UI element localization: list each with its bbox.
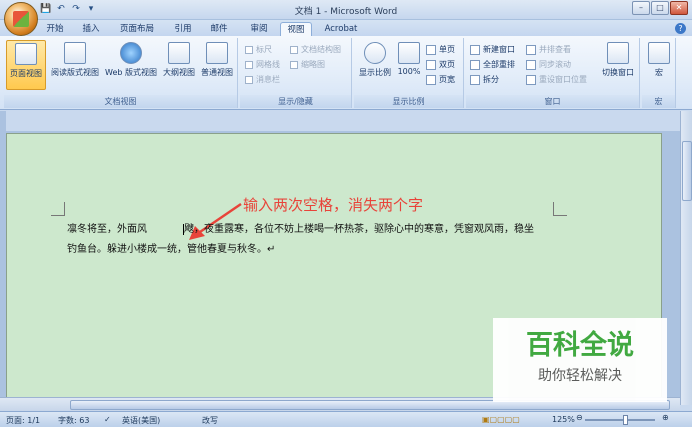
side-by-side-button[interactable]: 并排查看 xyxy=(526,44,571,55)
zoom-level[interactable]: 125% xyxy=(552,415,575,424)
zoom-100-label: 100% xyxy=(397,67,421,76)
margin-corner-top-left xyxy=(51,202,65,216)
draft-icon xyxy=(206,42,228,64)
group-label-zoom: 显示比例 xyxy=(354,95,463,108)
web-layout-button[interactable]: Web 版式视图 xyxy=(102,40,160,90)
tab-review[interactable]: 审阅 xyxy=(244,22,274,36)
zoom-out-icon[interactable]: ⊖ xyxy=(576,413,583,422)
status-bar: 页面: 1/1 字数: 63 ✓ 英语(美国) 改写 ▣▢▢▢▢ 125% ⊖ … xyxy=(0,411,692,427)
language-indicator[interactable]: 英语(美国) xyxy=(122,415,160,426)
tab-references[interactable]: 引用 xyxy=(168,22,198,36)
office-button[interactable] xyxy=(4,2,38,36)
word-count[interactable]: 字数: 63 xyxy=(58,415,89,426)
arrange-all-button[interactable]: 全部重排 xyxy=(470,59,515,70)
help-icon[interactable]: ? xyxy=(675,23,686,34)
two-pages-button[interactable]: 双页 xyxy=(426,59,455,70)
margin-corner-top-right xyxy=(553,202,567,216)
group-label-window: 窗口 xyxy=(466,95,639,108)
macros-icon xyxy=(648,42,670,64)
document-map-checkbox[interactable]: 文档结构图 xyxy=(290,44,341,55)
group-label-show-hide: 显示/隐藏 xyxy=(240,95,351,108)
web-layout-label: Web 版式视图 xyxy=(105,68,157,77)
globe-icon xyxy=(120,42,142,64)
macros-label: 宏 xyxy=(655,68,663,77)
zoom-button[interactable]: 显示比例 xyxy=(356,40,394,90)
magnifier-icon xyxy=(364,42,386,64)
gridlines-checkbox[interactable]: 网格线 xyxy=(245,59,280,70)
vertical-scroll-thumb[interactable] xyxy=(682,141,692,201)
outline-icon xyxy=(168,42,190,64)
paragraph-line-1: 凛冬将至，外面风 飕，夜重露寒，各位不妨上楼喝一杯热茶，驱除心中的寒意，凭窗观风雨… xyxy=(67,220,567,240)
outline-view-button[interactable]: 大纲视图 xyxy=(160,40,198,90)
annotation-text: 输入两次空格，消失两个字 xyxy=(243,196,424,214)
window-controls: – □ ✕ xyxy=(632,1,688,15)
switch-window-label: 切换窗口 xyxy=(602,68,634,77)
group-macros: 宏 宏 xyxy=(642,38,676,108)
watermark-title: 百科全说 xyxy=(526,330,634,361)
close-button[interactable]: ✕ xyxy=(670,1,688,15)
vertical-scrollbar[interactable] xyxy=(680,111,692,405)
one-page-button[interactable]: 单页 xyxy=(426,44,455,55)
group-label-document-views: 文档视图 xyxy=(4,95,237,108)
office-logo-icon xyxy=(13,11,29,27)
minimize-button[interactable]: – xyxy=(632,1,650,15)
watermark-subtitle: 助你轻松解决 xyxy=(538,368,622,384)
ruler-checkbox[interactable]: 标尺 xyxy=(245,44,272,55)
switch-window-icon xyxy=(607,42,629,64)
zoom-slider-knob[interactable] xyxy=(623,415,628,425)
watermark-logo: 百科全说 助你轻松解决 xyxy=(493,318,667,402)
ribbon: 页面视图 阅读版式视图 Web 版式视图 大纲视图 普通视图 文档视图 标尺 网… xyxy=(0,36,692,110)
group-document-views: 页面视图 阅读版式视图 Web 版式视图 大纲视图 普通视图 文档视图 xyxy=(4,38,238,108)
message-bar-checkbox[interactable]: 消息栏 xyxy=(245,74,280,85)
tab-insert[interactable]: 插入 xyxy=(76,22,106,36)
zoom-in-icon[interactable]: ⊕ xyxy=(662,413,669,422)
zoom-label: 显示比例 xyxy=(359,68,391,77)
tab-home[interactable]: 开始 xyxy=(40,22,70,36)
proofing-icon[interactable]: ✓ xyxy=(104,415,111,424)
thumbnails-checkbox[interactable]: 缩略图 xyxy=(290,59,325,70)
paragraph-line-2: 钓鱼台。躲进小楼成一统，管他春夏与秋冬。↵ xyxy=(67,244,276,255)
window-title: 文档 1 - Microsoft Word xyxy=(294,7,398,17)
group-label-macros: 宏 xyxy=(642,95,675,108)
overtype-mode[interactable]: 改写 xyxy=(202,415,218,426)
print-layout-icon xyxy=(15,43,37,65)
title-bar: 💾 ↶ ↷ ▾ 文档 1 - Microsoft Word – □ ✕ xyxy=(0,0,692,36)
outline-label: 大纲视图 xyxy=(163,68,195,77)
reading-layout-icon xyxy=(64,42,86,64)
macros-button[interactable]: 宏 xyxy=(644,40,674,90)
page-100-icon xyxy=(398,42,420,64)
reset-window-button[interactable]: 重设窗口位置 xyxy=(526,74,587,85)
tab-acrobat[interactable]: Acrobat xyxy=(318,22,364,36)
reading-layout-button[interactable]: 阅读版式视图 xyxy=(48,40,102,90)
group-show-hide: 标尺 网格线 消息栏 文档结构图 缩略图 显示/隐藏 xyxy=(240,38,352,108)
switch-window-button[interactable]: 切换窗口 xyxy=(598,40,638,90)
ruler-area xyxy=(6,111,680,131)
tab-view[interactable]: 视图 xyxy=(280,22,312,36)
zoom-100-button[interactable]: 100% xyxy=(394,40,424,90)
draft-view-button[interactable]: 普通视图 xyxy=(198,40,236,90)
text-before-gap: 凛冬将至，外面风 xyxy=(67,224,147,235)
ribbon-tabs: 开始 插入 页面布局 引用 邮件 审阅 视图 Acrobat ? xyxy=(0,20,692,36)
tab-mailings[interactable]: 邮件 xyxy=(204,22,234,36)
text-after-gap: 飕，夜重露寒，各位不妨上楼喝一杯热茶，驱除心中的寒意，凭窗观风雨，稳坐 xyxy=(184,224,534,235)
page-width-button[interactable]: 页宽 xyxy=(426,74,455,85)
zoom-slider[interactable] xyxy=(585,415,655,425)
print-layout-button[interactable]: 页面视图 xyxy=(6,40,46,90)
tab-page-layout[interactable]: 页面布局 xyxy=(112,22,162,36)
print-layout-label: 页面视图 xyxy=(10,69,42,78)
split-button[interactable]: 拆分 xyxy=(470,74,499,85)
view-buttons-icon[interactable]: ▣▢▢▢▢ xyxy=(482,415,520,424)
document-body[interactable]: 凛冬将至，外面风 飕，夜重露寒，各位不妨上楼喝一杯热茶，驱除心中的寒意，凭窗观风雨… xyxy=(67,220,567,260)
sync-scroll-button[interactable]: 同步滚动 xyxy=(526,59,571,70)
group-zoom: 显示比例 100% 单页 双页 页宽 显示比例 xyxy=(354,38,464,108)
group-window: 新建窗口 全部重排 拆分 并排查看 同步滚动 重设窗口位置 切换窗口 窗口 xyxy=(466,38,640,108)
maximize-button[interactable]: □ xyxy=(651,1,669,15)
new-window-button[interactable]: 新建窗口 xyxy=(470,44,515,55)
reading-layout-label: 阅读版式视图 xyxy=(51,68,99,77)
draft-label: 普通视图 xyxy=(201,68,233,77)
page-count[interactable]: 页面: 1/1 xyxy=(6,415,40,426)
